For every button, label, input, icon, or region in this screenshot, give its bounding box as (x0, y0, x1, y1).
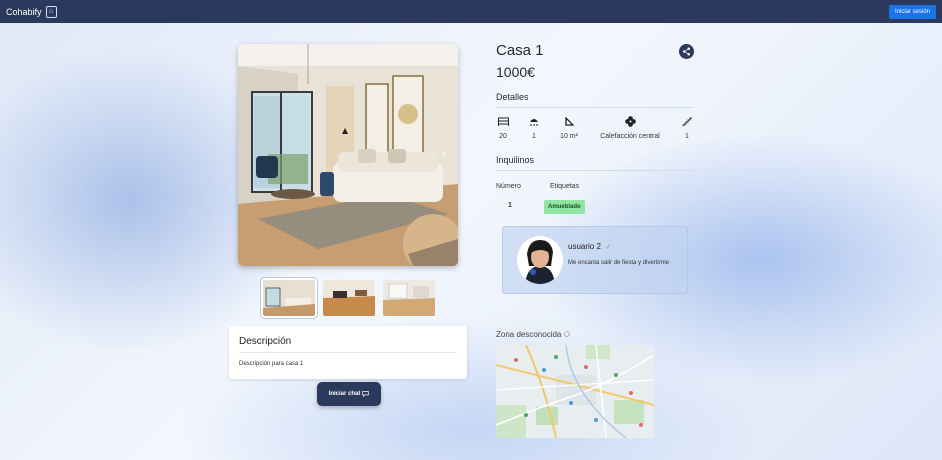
property-price: 1000€ (496, 64, 535, 80)
detail-value: 1 (532, 133, 536, 140)
heating-fan-icon (596, 115, 664, 127)
tenants-col-number: Número (496, 183, 521, 190)
ruler-triangle-icon (556, 115, 582, 127)
property-title: Casa 1 (496, 42, 544, 59)
detail-heating: Calefacción central (596, 115, 664, 140)
thumbnail-1[interactable] (261, 278, 317, 318)
login-button[interactable]: Iniciar sesión (888, 4, 936, 19)
stairs-icon (680, 115, 694, 127)
description-text: Descripción para casa 1 (239, 361, 304, 367)
detail-value: Calefacción central (600, 133, 660, 140)
brand-name: Cohabify (6, 6, 42, 17)
share-icon (682, 43, 691, 61)
thumbnail-3[interactable] (383, 280, 435, 316)
description-card: Descripción Descripción para casa 1 (229, 326, 467, 379)
tenants-heading: Inquilinos (496, 155, 535, 165)
detail-value: 20 (499, 133, 507, 140)
share-button[interactable] (679, 44, 694, 59)
brand-logo-icon: ⌂ (45, 5, 57, 18)
details-heading: Detalles (496, 92, 529, 102)
detail-bedrooms: 20 (496, 115, 510, 140)
zone-row: Zona desconocida (496, 330, 571, 339)
bed-icon (496, 115, 510, 127)
tenants-number-value: 1 (508, 202, 512, 209)
detail-value: 10 m² (560, 133, 578, 140)
tag-badge: Amueblado (544, 200, 585, 214)
tenants-col-tags: Etiquetas (550, 183, 580, 190)
detail-value: 1 (685, 133, 689, 140)
detail-floor: 1 (680, 115, 694, 140)
start-chat-label: Iniciar chat (328, 391, 361, 397)
brand[interactable]: Cohabify ⌂ (6, 5, 57, 18)
location-map[interactable] (496, 345, 654, 438)
details-divider (496, 107, 694, 108)
tenant-bio: Me encanta salir de fiesta y divertirme (568, 260, 670, 266)
navbar: Cohabify ⌂ Iniciar sesión (0, 0, 942, 23)
photo-thumbnails (261, 278, 435, 318)
detail-area: 10 m² (556, 115, 582, 140)
thumbnail-2[interactable] (323, 280, 375, 316)
tenants-divider (496, 170, 694, 171)
info-icon (564, 330, 571, 339)
description-title: Descripción (239, 336, 457, 353)
male-gender-icon: ♂ (605, 244, 611, 251)
start-chat-button[interactable]: Iniciar chat (317, 382, 381, 406)
tenant-name: usuario 2 (568, 242, 601, 251)
main-property-photo: › (238, 44, 458, 266)
chat-bubble-icon (362, 390, 369, 399)
shower-icon (527, 115, 541, 127)
zone-label: Zona desconocida (496, 330, 562, 339)
avatar (517, 236, 563, 284)
tenant-card[interactable]: usuario 2 ♂ Me encanta salir de fiesta y… (502, 226, 688, 294)
detail-bathrooms: 1 (527, 115, 541, 140)
tenant-name-row: usuario 2 ♂ (568, 242, 610, 251)
svg-text:›: › (442, 147, 447, 161)
